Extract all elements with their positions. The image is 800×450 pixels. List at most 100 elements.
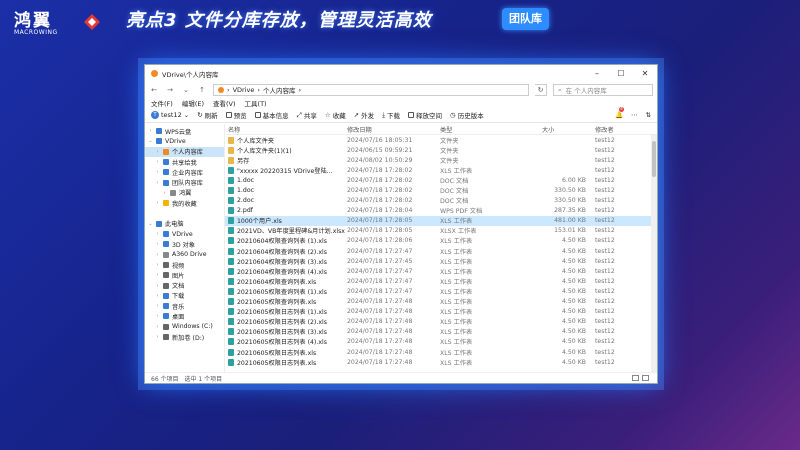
table-row[interactable]: 另存 2024/08/02 10:50:29 文件夹 test12	[225, 155, 657, 165]
table-row[interactable]: 个人库文件夹(1)(1) 2024/06/15 09:59:21 文件夹 test12	[225, 145, 657, 155]
table-row[interactable]: 2021VD、VB年度里程碑&月计划.xlsx 2024/07/18 17:28:…	[225, 226, 657, 236]
scroll-thumb[interactable]	[652, 141, 656, 177]
sidebar-item[interactable]: › 企业内容库	[145, 167, 224, 177]
sidebar-item[interactable]: › 3D 对象	[145, 239, 224, 249]
sidebar-item[interactable]: › 我的收藏	[145, 198, 224, 208]
send-out-button[interactable]: ➚ 外发	[354, 110, 374, 120]
table-row[interactable]: 20210605权限日志列表 (3).xls 2024/07/18 17:27:4…	[225, 327, 657, 337]
chevron-right-icon[interactable]: ›	[155, 272, 160, 278]
minimize-button[interactable]: –	[585, 69, 609, 78]
sidebar-item[interactable]: › 共享给我	[145, 157, 224, 167]
table-row[interactable]: 20210605权限日志列表 (2).xls 2024/07/18 17:27:4…	[225, 317, 657, 327]
column-modifier[interactable]: 修改者	[590, 125, 630, 134]
menu-edit[interactable]: 编辑(E)	[182, 98, 204, 108]
table-row[interactable]: 20210605权限日志列表.xls 2024/07/18 17:27:48 XLS…	[225, 347, 657, 357]
table-row[interactable]: 20210605权限查询列表 (1).xls 2024/07/18 17:27:4…	[225, 286, 657, 296]
path-box[interactable]: › VDrive › 个人内容库 ›	[213, 84, 529, 96]
chevron-right-icon[interactable]: ›	[155, 313, 160, 319]
share-button[interactable]: ⤢ 共享	[297, 110, 317, 121]
sidebar-item[interactable]: › 新加卷 (D:)	[145, 332, 224, 342]
search-input[interactable]: ⌕ 在 个人内容库	[553, 84, 653, 96]
table-row[interactable]: 20210604权限查询列表.xls 2024/07/18 17:27:47 XLS…	[225, 276, 657, 286]
table-row[interactable]: 1.doc 2024/07/18 17:28:02 DOC 文档 6.00 KB tes…	[225, 175, 657, 185]
chevron-right-icon[interactable]: ›	[155, 252, 160, 258]
table-row[interactable]: 2.pdf 2024/07/18 17:28:04 WPS PDF 文档 287.35…	[225, 206, 657, 216]
history-button[interactable]: ◷ 历史版本	[450, 110, 484, 120]
details-view-icon[interactable]	[632, 375, 639, 381]
breadcrumb-vdrive[interactable]: VDrive	[233, 86, 255, 94]
sidebar-item[interactable]: › 文档	[145, 280, 224, 290]
menu-file[interactable]: 文件(F)	[151, 98, 173, 108]
free-space-button[interactable]: 释放空间	[408, 110, 442, 120]
chevron-right-icon[interactable]: ›	[155, 303, 160, 309]
breadcrumb-personal[interactable]: 个人内容库	[263, 85, 296, 95]
preview-button[interactable]: 预览	[225, 110, 247, 120]
menu-tools[interactable]: 工具(T)	[245, 98, 267, 108]
forward-arrow-icon[interactable]: →	[165, 86, 175, 94]
table-row[interactable]: 20210604权限查询列表 (2).xls 2024/07/18 17:27:4…	[225, 246, 657, 256]
table-row[interactable]: 20210605权限查询列表.xls 2024/07/18 17:27:48 XLS…	[225, 297, 657, 307]
back-arrow-icon[interactable]: ←	[149, 86, 159, 94]
sidebar-item[interactable]: › 音乐	[145, 301, 224, 311]
table-row[interactable]: "xxxxx 20220315 VDrive登陆... 2024/07/18 17…	[225, 165, 657, 175]
chevron-right-icon[interactable]: ›	[155, 159, 160, 165]
chevron-right-icon[interactable]: ›	[155, 293, 160, 299]
recent-chevron-icon[interactable]: ⌄	[181, 86, 191, 94]
sidebar-item[interactable]: › 图片	[145, 270, 224, 280]
table-row[interactable]: 个人库文件夹 2024/07/16 18:05:31 文件夹 test12	[225, 135, 657, 145]
table-row[interactable]: 20210604权限查询列表 (1).xls 2024/07/18 17:28:0…	[225, 236, 657, 246]
table-row[interactable]: 20210604权限查询列表 (3).xls 2024/07/18 17:27:4…	[225, 256, 657, 266]
sort-icon[interactable]: ⇅	[646, 111, 651, 119]
chevron-right-icon[interactable]: ›	[155, 231, 160, 237]
sidebar-item[interactable]: › A360 Drive	[145, 250, 224, 260]
table-row[interactable]: 20210605权限日志列表 (4).xls 2024/07/18 17:27:4…	[225, 337, 657, 347]
chevron-down-icon[interactable]: ⌄	[148, 221, 153, 227]
vertical-scrollbar[interactable]	[651, 135, 657, 372]
chevron-right-icon[interactable]: ›	[162, 190, 167, 196]
chevron-right-icon[interactable]: ›	[155, 200, 160, 206]
user-account[interactable]: T test12 ⌄	[151, 111, 189, 119]
table-row[interactable]: 20210604权限查询列表 (4).xls 2024/07/18 17:27:4…	[225, 266, 657, 276]
column-name[interactable]: 名称	[225, 125, 347, 134]
table-row[interactable]: 1.doc 2024/07/18 17:28:02 DOC 文档 330.50 KB t…	[225, 185, 657, 195]
thumbnail-view-icon[interactable]	[642, 375, 649, 381]
sidebar-item[interactable]: › VDrive	[145, 229, 224, 239]
sidebar-item[interactable]: ⌄ 此电脑	[145, 219, 224, 229]
close-button[interactable]: ✕	[633, 69, 657, 78]
menu-view[interactable]: 查看(V)	[213, 98, 236, 108]
sidebar-item[interactable]: › 下载	[145, 291, 224, 301]
chevron-right-icon[interactable]: ›	[148, 128, 153, 134]
notification-bell[interactable]: 🔔 4	[615, 107, 624, 119]
download-button[interactable]: ⤓ 下载	[382, 110, 400, 121]
more-icon[interactable]: ⋯	[631, 111, 638, 119]
sidebar-item[interactable]: › 鸿翼	[145, 188, 224, 198]
favorite-button[interactable]: ☆ 收藏	[325, 110, 346, 120]
chevron-down-icon[interactable]: ⌄	[148, 138, 153, 144]
sidebar-item[interactable]: › 团队内容库	[145, 177, 224, 187]
chevron-right-icon[interactable]: ›	[155, 262, 160, 268]
refresh-button[interactable]: ↻ 刷新	[197, 110, 217, 120]
column-size[interactable]: 大小	[530, 125, 590, 134]
up-arrow-icon[interactable]: ↑	[197, 86, 207, 94]
chevron-right-icon[interactable]: ›	[155, 180, 160, 186]
chevron-right-icon[interactable]: ›	[155, 334, 160, 340]
refresh-icon[interactable]: ↻	[535, 84, 547, 96]
table-row[interactable]: 20210605权限日志列表.xls 2024/07/18 17:27:48 XLS…	[225, 357, 657, 367]
maximize-button[interactable]: ☐	[609, 69, 633, 78]
chevron-right-icon[interactable]: ›	[155, 283, 160, 289]
chevron-right-icon[interactable]: ›	[155, 324, 160, 330]
sidebar-item[interactable]: › WPS云盘	[145, 126, 224, 136]
column-modified[interactable]: 修改日期	[347, 125, 440, 134]
sidebar-item[interactable]: › 视频	[145, 260, 224, 270]
table-row[interactable]: 2.doc 2024/07/18 17:28:02 DOC 文档 330.50 KB t…	[225, 196, 657, 206]
sidebar-item[interactable]: › 桌面	[145, 311, 224, 321]
chevron-right-icon[interactable]: ›	[155, 241, 160, 247]
sidebar-item[interactable]: ⌄ VDrive	[145, 136, 224, 146]
sidebar-item[interactable]: › Windows (C:)	[145, 322, 224, 332]
basic-info-button[interactable]: 基本信息	[254, 110, 289, 120]
sidebar-item[interactable]: › 个人内容库	[145, 146, 224, 157]
column-type[interactable]: 类型	[440, 125, 530, 134]
chevron-right-icon[interactable]: ›	[155, 149, 160, 155]
table-row[interactable]: 1000个用户.xls 2024/07/18 17:28:05 XLS 工作表 481…	[225, 215, 657, 226]
chevron-right-icon[interactable]: ›	[155, 169, 160, 175]
